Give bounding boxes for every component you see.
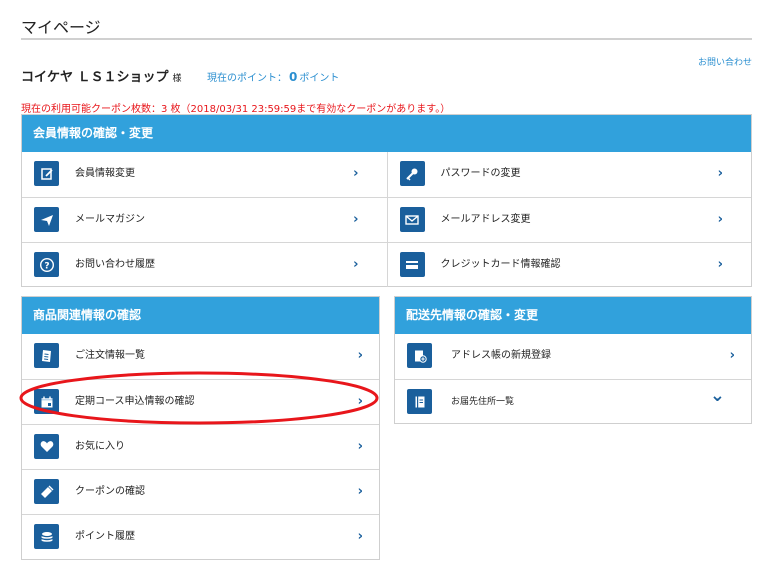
order-list-icon (34, 343, 59, 368)
member-right-column: パスワードの変更 › メールアドレス変更 › クレジットカード情報確認 › (386, 152, 752, 287)
member-left-column: 会員情報変更 › メールマガジン › ? お問い合わせ履歴 › (22, 152, 387, 287)
favorites-label: お気に入り (75, 441, 125, 452)
order-list-label: ご注文情報一覧 (75, 350, 145, 361)
chevron-right-icon: › (729, 348, 735, 363)
chevron-right-icon: › (357, 439, 363, 454)
products-panel-heading: 商品関連情報の確認 (22, 297, 379, 334)
chevron-right-icon: › (353, 166, 359, 181)
address-list-label: お届先住所一覧 (451, 397, 515, 407)
email-change-row[interactable]: メールアドレス変更 › (387, 197, 751, 242)
paper-plane-icon (34, 207, 59, 232)
chevron-down-icon: ⌄ (709, 385, 725, 406)
user-greeting: コイケヤ ＬＳ１ショップ様 (21, 66, 182, 85)
shipping-list: アドレス帳の新規登録 › お届先住所一覧 ⌄ (395, 334, 751, 424)
chevron-right-icon: › (357, 348, 363, 363)
points-value: 0 (289, 70, 298, 84)
inquiry-history-row[interactable]: ? お問い合わせ履歴 › (22, 242, 387, 287)
chevron-right-icon: › (717, 257, 723, 272)
chevron-right-icon: › (357, 484, 363, 499)
credit-card-icon (399, 252, 425, 277)
member-panel-heading: 会員情報の確認・変更 (22, 115, 751, 152)
coins-icon (34, 524, 59, 549)
page-title: マイページ (21, 18, 101, 37)
credit-card-row[interactable]: クレジットカード情報確認 › (387, 242, 751, 287)
heart-icon (34, 434, 59, 459)
user-suffix: 様 (172, 74, 182, 84)
points-info: 現在のポイント： 0 ポイント (207, 69, 339, 84)
subscription-row[interactable]: 定期コース申込情報の確認 › (22, 379, 379, 424)
new-address-row[interactable]: アドレス帳の新規登録 › (395, 334, 751, 379)
subscription-label: 定期コース申込情報の確認 (75, 396, 195, 407)
coupon-check-row[interactable]: クーポンの確認 › (22, 469, 379, 514)
email-change-label: メールアドレス変更 (440, 214, 531, 225)
title-divider (21, 38, 752, 40)
ticket-icon (34, 479, 59, 504)
coupon-check-label: クーポンの確認 (75, 486, 145, 497)
order-list-row[interactable]: ご注文情報一覧 › (22, 334, 379, 379)
user-name: コイケヤ ＬＳ１ショップ (21, 70, 169, 85)
products-list: ご注文情報一覧 › 定期コース申込情報の確認 › お気に入り › クーポンの確認… (22, 334, 379, 559)
member-panel: 会員情報の確認・変更 会員情報変更 › メールマガジン › ? お問い合わせ履歴… (21, 114, 752, 287)
chevron-right-icon: › (717, 166, 723, 181)
edit-icon (34, 161, 59, 186)
password-change-label: パスワードの変更 (440, 168, 521, 179)
points-label: 現在のポイント： (207, 73, 287, 84)
calendar-icon (34, 389, 59, 414)
chevron-right-icon: › (357, 529, 363, 544)
shipping-panel-heading: 配送先情報の確認・変更 (395, 297, 751, 334)
key-icon (399, 161, 425, 186)
mail-magazine-row[interactable]: メールマガジン › (22, 197, 387, 242)
products-panel: 商品関連情報の確認 ご注文情報一覧 › 定期コース申込情報の確認 › お気に入り… (21, 296, 380, 560)
credit-card-label: クレジットカード情報確認 (440, 259, 561, 270)
points-unit: ポイント (299, 73, 340, 84)
chevron-right-icon: › (353, 212, 359, 227)
coupon-notice: 現在の利用可能クーポン枚数：3 枚（2018/03/31 23:59:59まで有… (21, 104, 451, 115)
member-edit-row[interactable]: 会員情報変更 › (22, 152, 387, 197)
add-address-icon (407, 343, 432, 368)
point-history-label: ポイント履歴 (75, 531, 135, 542)
favorites-row[interactable]: お気に入り › (22, 424, 379, 469)
chevron-right-icon: › (717, 212, 723, 227)
chevron-right-icon: › (357, 394, 363, 409)
contact-link[interactable]: お問い合わせ (698, 55, 752, 68)
question-icon: ? (34, 252, 59, 277)
password-change-row[interactable]: パスワードの変更 › (388, 152, 752, 197)
address-book-icon (407, 389, 432, 414)
svg-text:?: ? (44, 261, 49, 271)
address-list-row[interactable]: お届先住所一覧 ⌄ (395, 379, 751, 424)
mail-magazine-label: メールマガジン (75, 214, 145, 225)
point-history-row[interactable]: ポイント履歴 › (22, 514, 379, 559)
member-grid: 会員情報変更 › メールマガジン › ? お問い合わせ履歴 › パスワードの変更… (22, 152, 751, 287)
shipping-panel: 配送先情報の確認・変更 アドレス帳の新規登録 › お届先住所一覧 ⌄ (394, 296, 752, 424)
chevron-right-icon: › (353, 257, 359, 272)
member-edit-label: 会員情報変更 (75, 168, 135, 179)
inquiry-history-label: お問い合わせ履歴 (75, 259, 155, 270)
envelope-icon (399, 207, 425, 232)
new-address-label: アドレス帳の新規登録 (451, 350, 551, 361)
